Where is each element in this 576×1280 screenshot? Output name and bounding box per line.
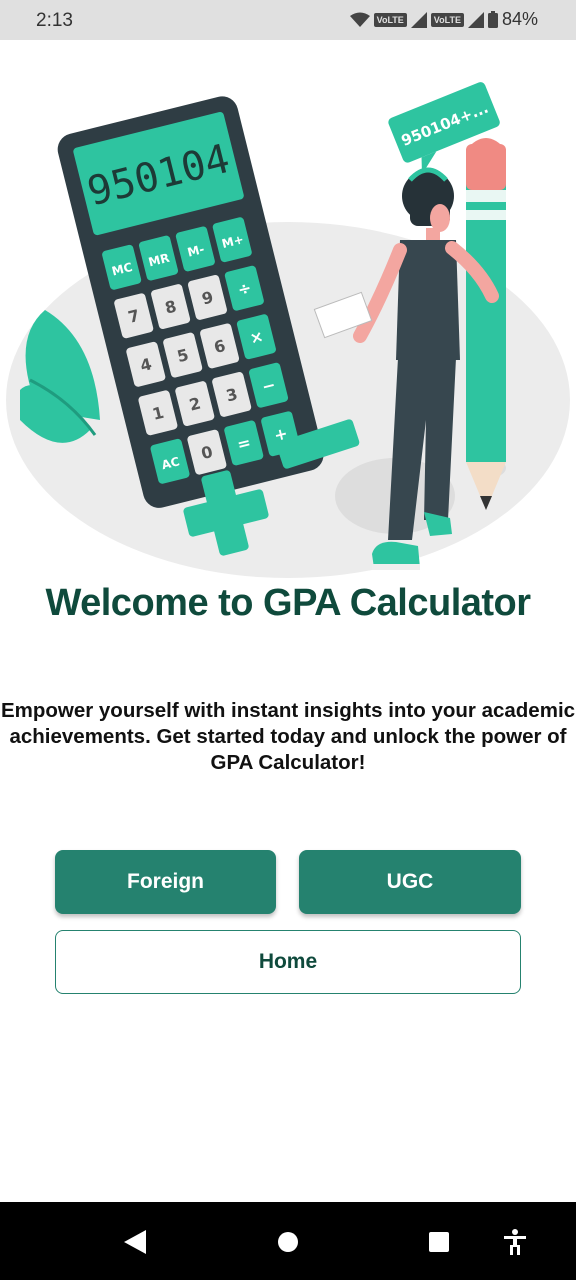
pencil-icon	[466, 138, 506, 510]
system-nav-bar	[0, 1202, 576, 1280]
status-bar: 2:13 VoLTE VoLTE 84%	[0, 0, 576, 40]
recents-icon[interactable]	[428, 1231, 450, 1253]
accessibility-icon[interactable]	[503, 1229, 527, 1255]
back-icon[interactable]	[124, 1230, 146, 1254]
home-button[interactable]: Home	[55, 930, 521, 994]
signal-icon-1	[410, 11, 427, 28]
foreign-button[interactable]: Foreign	[55, 850, 276, 914]
calculator-illustration: 950104 MC MR M- M+7 8 9 ÷4 5 6 ×1 2 3 −AC0 = + 950104+…	[6, 82, 570, 578]
battery-percent: 84%	[501, 9, 538, 29]
volte-badge-1: VoLTE	[373, 12, 407, 27]
page-title: Welcome to GPA Calculator	[45, 582, 531, 624]
ugc-button[interactable]: UGC	[299, 850, 521, 914]
signal-icon-2	[467, 11, 484, 28]
status-icons: VoLTE VoLTE 84%	[349, 9, 538, 30]
home-nav-icon[interactable]	[277, 1231, 299, 1253]
battery-icon	[487, 11, 498, 28]
volte-badge-2: VoLTE	[430, 12, 464, 27]
welcome-description: Empower yourself with instant insights i…	[0, 699, 576, 774]
wifi-icon	[349, 12, 370, 27]
status-time: 2:13	[36, 10, 73, 31]
